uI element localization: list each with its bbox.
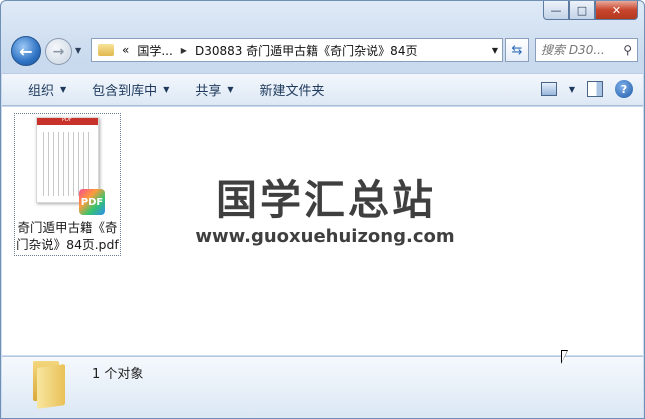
forward-button[interactable]: →: [45, 38, 72, 65]
folder-icon: [98, 44, 114, 56]
file-name-label[interactable]: 奇门遁甲古籍《奇 门杂说》84页.pdf: [15, 219, 120, 253]
minimize-button[interactable]: —: [543, 1, 569, 20]
address-bar[interactable]: « 国学... ▶ D30883 奇门遁甲古籍《奇门杂说》84页 ▼: [91, 38, 503, 62]
refresh-button[interactable]: ⇆: [505, 38, 529, 62]
address-history-dropdown[interactable]: ▼: [492, 46, 498, 55]
pdf-icon: PDF: [79, 189, 105, 215]
file-name-line-2: 门杂说》84页.pdf: [16, 237, 119, 252]
chevron-right-icon[interactable]: ▶: [181, 46, 187, 55]
watermark-url: www.guoxuehuizong.com: [195, 226, 455, 247]
close-button[interactable]: ✕: [595, 1, 638, 20]
back-button[interactable]: ←: [11, 36, 41, 66]
mouse-cursor-icon: [561, 350, 568, 364]
chevron-down-icon: ▼: [227, 85, 234, 94]
help-icon[interactable]: ?: [615, 80, 633, 98]
search-icon[interactable]: ⚲: [623, 43, 632, 57]
file-list-scroll-area: [637, 107, 643, 355]
watermark-title: 国学汇总站: [216, 176, 436, 224]
share-label: 共享: [195, 84, 222, 99]
forward-arrow-icon: →: [52, 43, 65, 60]
breadcrumb-overflow[interactable]: «: [122, 43, 129, 57]
file-name-line-1: 奇门遁甲古籍《奇: [17, 220, 118, 235]
search-box[interactable]: ⚲: [535, 38, 638, 62]
share-menu[interactable]: 共享 ▼: [195, 80, 233, 99]
include-in-library-label: 包含到库中: [92, 84, 158, 99]
organize-label: 组织: [28, 84, 55, 99]
breadcrumb-item-current[interactable]: D30883 奇门遁甲古籍《奇门杂说》84页: [195, 42, 418, 59]
toolbar-right-group: ▼ ?: [540, 80, 633, 98]
folder-large-icon: [29, 361, 69, 409]
item-count-status: 1 个对象: [92, 367, 144, 382]
close-icon: ✕: [611, 3, 622, 17]
breadcrumb-item-parent[interactable]: 国学...: [137, 42, 172, 59]
maximize-icon: □: [576, 3, 588, 17]
view-options-icon[interactable]: [540, 82, 557, 96]
file-item[interactable]: PDF PDF 奇门遁甲古籍《奇 门杂说》84页.pdf: [14, 113, 121, 256]
maximize-button[interactable]: □: [569, 1, 595, 20]
chevron-down-icon: ▼: [60, 85, 67, 94]
explorer-window: — □ ✕ ← → ▼ « 国学... ▶ D30883 奇门遁甲古籍《奇门杂说…: [0, 0, 645, 419]
view-options-dropdown[interactable]: ▼: [569, 85, 575, 94]
command-bar: 组织 ▼ 包含到库中 ▼ 共享 ▼ 新建文件夹 ▼ ?: [2, 73, 643, 106]
recent-pages-dropdown[interactable]: ▼: [75, 46, 81, 55]
chevron-down-icon: ▼: [163, 85, 170, 94]
organize-menu[interactable]: 组织 ▼: [28, 80, 66, 99]
preview-pane-icon[interactable]: [587, 81, 603, 97]
caption-buttons: — □ ✕: [543, 1, 638, 22]
refresh-icon: ⇆: [511, 42, 523, 58]
new-folder-label: 新建文件夹: [259, 84, 325, 99]
pdf-text-lines: [43, 132, 92, 196]
minimize-icon: —: [550, 3, 562, 17]
pdf-header-bar: PDF: [37, 117, 98, 125]
new-folder-button[interactable]: 新建文件夹: [260, 80, 325, 99]
back-arrow-icon: ←: [19, 41, 33, 61]
include-in-library-menu[interactable]: 包含到库中 ▼: [92, 80, 169, 99]
navigation-bar: ← → ▼ « 国学... ▶ D30883 奇门遁甲古籍《奇门杂说》84页 ▼…: [9, 34, 638, 66]
breadcrumb: « 国学... ▶ D30883 奇门遁甲古籍《奇门杂说》84页: [122, 42, 417, 59]
search-input[interactable]: [541, 43, 613, 57]
